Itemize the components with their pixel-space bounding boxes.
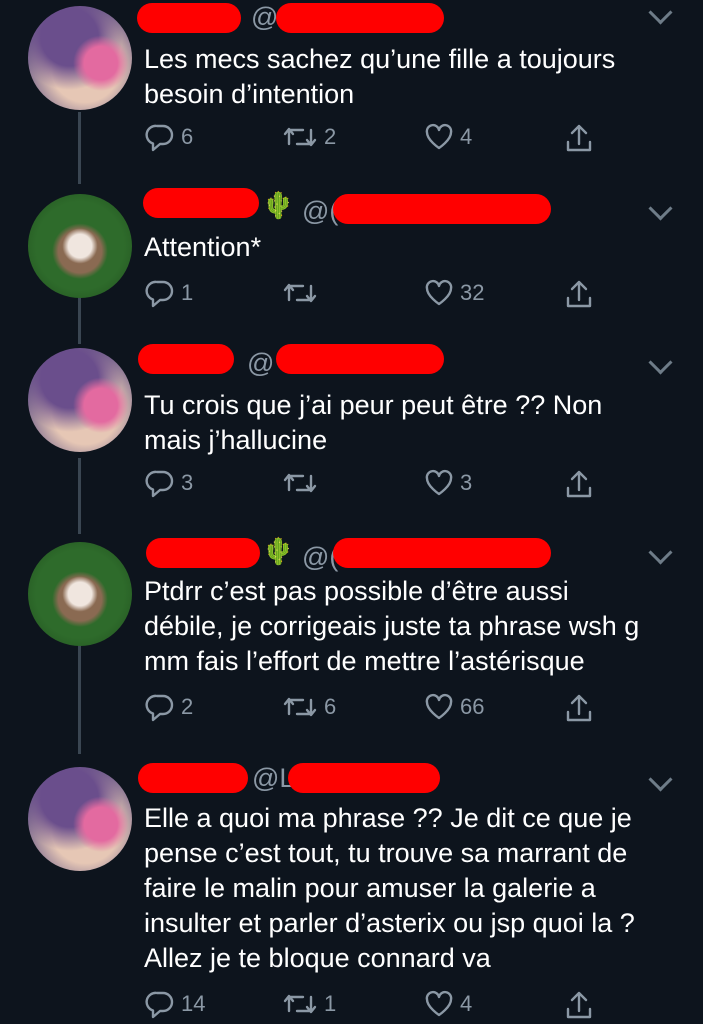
reply-icon [145, 470, 174, 498]
avatar[interactable] [28, 542, 132, 646]
tweet[interactable]: 🌵 @( Ptdrr c’est pas possible d’être aus… [0, 530, 703, 745]
retweet-icon [283, 127, 317, 147]
heart-icon [425, 123, 453, 150]
like-count: 4 [460, 991, 473, 1016]
retweet-button[interactable]: 6 [282, 692, 336, 722]
redacted-handle [333, 194, 551, 224]
like-button[interactable]: 4 [424, 122, 472, 152]
redacted-handle [276, 3, 444, 33]
like-button[interactable]: 66 [424, 692, 484, 722]
chevron-down-icon[interactable] [648, 540, 673, 565]
tweet-actions: 14 1 4 [0, 989, 703, 1024]
retweet-count: 2 [324, 124, 337, 149]
tweet-actions: 6 2 4 [0, 122, 703, 158]
like-button[interactable]: 4 [424, 989, 472, 1019]
cactus-emoji: 🌵 [262, 190, 295, 220]
redacted-handle [333, 538, 551, 568]
chevron-down-icon[interactable] [648, 196, 673, 221]
tweet-text: Attention* [144, 232, 262, 262]
tweet-actions: 1 32 [0, 278, 703, 314]
share-icon [566, 124, 592, 152]
reply-icon [145, 694, 174, 722]
redacted-handle [288, 763, 440, 793]
redacted-display-name [138, 344, 234, 374]
retweet-count: 6 [324, 694, 337, 719]
like-button[interactable]: 3 [424, 468, 472, 498]
chevron-down-icon[interactable] [648, 0, 673, 25]
redacted-handle [276, 344, 444, 374]
like-button[interactable]: 32 [424, 278, 484, 308]
share-icon [566, 280, 592, 308]
reply-button[interactable]: 2 [145, 692, 193, 722]
avatar[interactable] [28, 348, 132, 452]
share-button[interactable] [564, 468, 594, 500]
reply-button[interactable]: 1 [145, 278, 193, 308]
tweet-text: Ptdrr c’est pas possible d’être aussi dé… [144, 576, 640, 676]
tweet-thread: @ Les mecs sachez qu’une fille a toujour… [0, 0, 703, 1024]
heart-icon [425, 469, 453, 496]
retweet-button[interactable]: 2 [282, 122, 336, 152]
retweet-button[interactable] [282, 278, 324, 308]
reply-icon [145, 991, 174, 1019]
like-count: 4 [460, 124, 473, 149]
heart-icon [425, 990, 453, 1017]
redacted-display-name [146, 538, 260, 568]
retweet-icon [283, 473, 317, 493]
tweet-actions: 3 3 [0, 468, 703, 504]
share-button[interactable] [564, 278, 594, 310]
redacted-display-name [137, 3, 241, 33]
chevron-down-icon[interactable] [648, 767, 673, 792]
reply-count: 2 [181, 694, 194, 719]
like-count: 66 [460, 694, 485, 719]
redacted-display-name [143, 188, 259, 218]
reply-button[interactable]: 14 [145, 989, 205, 1019]
avatar[interactable] [28, 767, 132, 871]
redacted-display-name [138, 763, 248, 793]
tweet[interactable]: @ Tu crois que j’ai peur peut être ?? No… [0, 340, 703, 520]
tweet[interactable]: @L Elle a quoi ma phrase ?? Je dit ce qu… [0, 757, 703, 1024]
retweet-button[interactable] [282, 468, 324, 498]
tweet[interactable]: @ Les mecs sachez qu’une fille a toujour… [0, 0, 703, 175]
reply-count: 1 [181, 280, 194, 305]
heart-icon [425, 693, 453, 720]
share-button[interactable] [564, 692, 594, 724]
tweet-actions: 2 6 66 [0, 692, 703, 728]
reply-button[interactable]: 3 [145, 468, 193, 498]
reply-icon [145, 280, 174, 308]
tweet-text: Elle a quoi ma phrase ?? Je dit ce que j… [144, 803, 635, 973]
share-button[interactable] [564, 122, 594, 154]
tweet-text: Les mecs sachez qu’une fille a toujours … [144, 44, 616, 109]
like-count: 32 [460, 280, 485, 305]
retweet-icon [283, 697, 317, 717]
reply-button[interactable]: 6 [145, 122, 193, 152]
tweet-text: Tu crois que j’ai peur peut être ?? Non … [144, 390, 603, 455]
handle-prefix: @ [251, 2, 279, 32]
retweet-icon [283, 283, 317, 303]
like-count: 3 [460, 470, 473, 495]
share-icon [566, 470, 592, 498]
heart-icon [425, 279, 453, 306]
reply-count: 14 [181, 991, 206, 1016]
cactus-emoji: 🌵 [262, 536, 295, 566]
share-button[interactable] [564, 989, 594, 1021]
retweet-button[interactable]: 1 [282, 989, 336, 1019]
chevron-down-icon[interactable] [648, 350, 673, 375]
share-icon [566, 694, 592, 722]
retweet-icon [283, 994, 317, 1014]
retweet-count: 1 [324, 991, 337, 1016]
reply-icon [145, 124, 174, 152]
reply-count: 6 [181, 124, 194, 149]
avatar[interactable] [28, 6, 132, 110]
share-icon [566, 991, 592, 1019]
tweet[interactable]: 🌵 @( Attention* 1 32 [0, 186, 703, 326]
reply-count: 3 [181, 470, 194, 495]
handle-prefix: @ [247, 348, 275, 378]
